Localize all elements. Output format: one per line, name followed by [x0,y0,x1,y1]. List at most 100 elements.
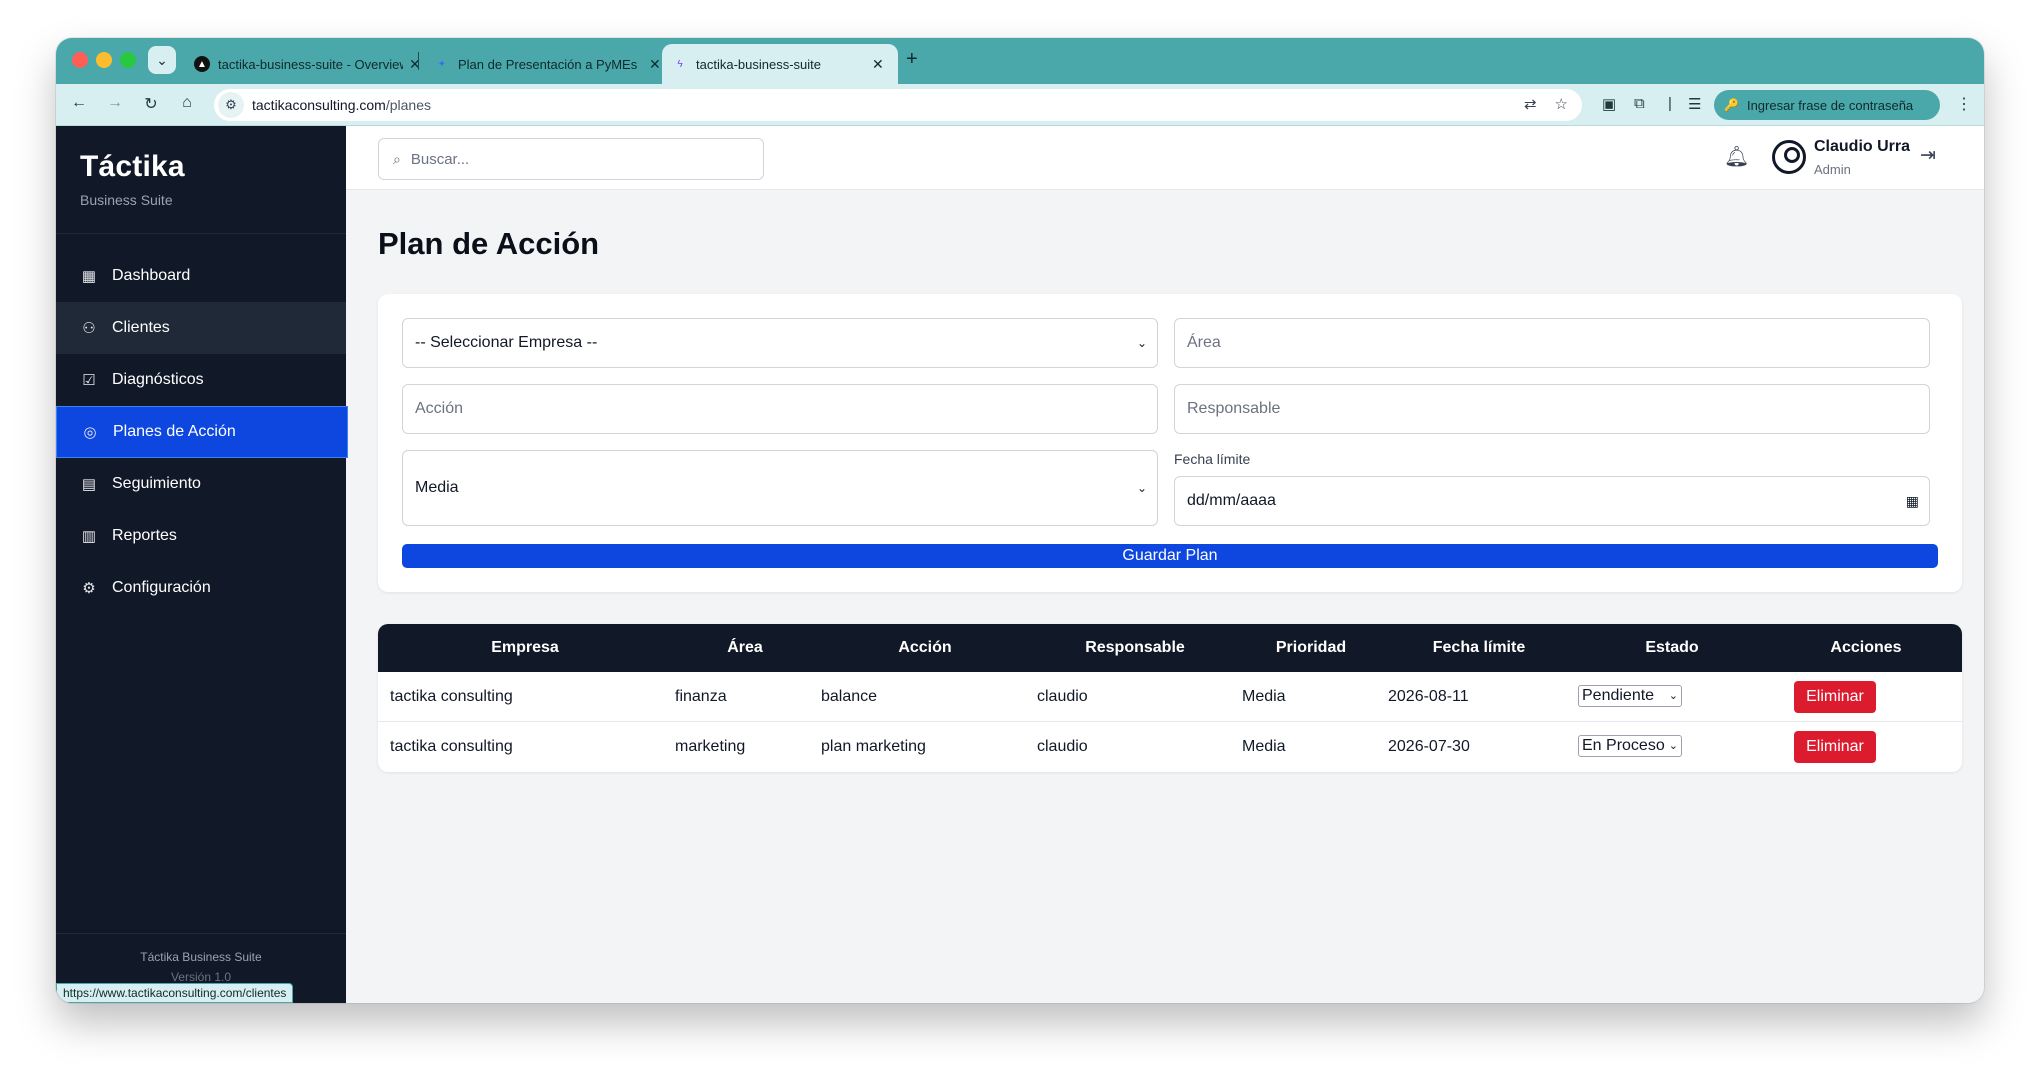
reload-icon[interactable]: ↻ [140,94,162,114]
sidebar-item-label: Dashboard [112,267,191,284]
responsable-input[interactable]: Responsable [1174,384,1930,434]
cell-area: finanza [675,688,727,705]
chevron-down-icon: ⌄ [1668,740,1678,752]
column-header: Prioridad [1275,639,1347,656]
cell-empresa: tactika consulting [390,688,513,705]
new-tab-button[interactable]: + [906,48,918,71]
password-chip[interactable]: 🔑 Ingresar frase de contraseña [1714,90,1940,120]
table-header: Empresa Área Acción Responsable Priorida… [378,624,1962,672]
page-title: Plan de Acción [378,226,600,261]
status-bar-url: https://www.tactikaconsulting.com/client… [56,983,294,1003]
tab-search-button[interactable]: ⌄ [148,46,176,74]
site-settings-icon[interactable]: ⚙ [218,92,244,118]
translate-icon[interactable]: ⇄ [1524,95,1537,113]
target-icon: ◎ [83,424,97,441]
avatar[interactable] [1772,140,1806,174]
sidebar-item-diagnosticos[interactable]: ☑ Diagnósticos [56,354,346,406]
delete-button[interactable]: Eliminar [1794,681,1876,713]
vercel-icon: ▲ [194,56,210,72]
cell-responsable: claudio [1037,688,1088,705]
back-icon[interactable]: ← [68,94,90,112]
grid-icon: ▦ [81,268,97,285]
estado-select[interactable]: Pendiente ⌄ [1578,685,1682,707]
browser-tab-1[interactable]: ▲ tactika-business-suite - Overview ✕ [184,44,431,84]
bolt-icon: ϟ [677,58,683,70]
cell-responsable: claudio [1037,738,1088,755]
empresa-select[interactable]: -- Seleccionar Empresa -- ⌄ [402,318,1158,368]
accion-input[interactable]: Acción [402,384,1158,434]
sidebar-item-label: Clientes [112,319,170,336]
browser-window: ⌄ ▲ tactika-business-suite - Overview ✕ … [56,38,1984,1003]
chevron-down-icon: ⌄ [156,51,168,68]
browser-toolbar: ← → ↻ ⌂ ⚙ tactikaconsulting.com/planes ⇄… [56,84,1984,126]
browser-tab-2[interactable]: ✦ Plan de Presentación a PyMEs ✕ [424,44,671,84]
calendar-icon: ▤ [81,476,97,493]
home-icon[interactable]: ⌂ [176,94,198,112]
save-plan-button[interactable]: Guardar Plan [402,544,1938,568]
extension-icon[interactable]: ▣ [1602,95,1616,113]
password-chip-label: Ingresar frase de contraseña [1746,97,1914,113]
more-menu-icon[interactable]: ⋮ [1956,94,1972,114]
area-placeholder: Área [1187,334,1221,351]
sidebar-item-label: Configuración [112,579,211,596]
cell-accion: plan marketing [821,738,926,755]
sidebar-nav: ▦ Dashboard ⚇ Clientes ☑ Diagnósticos ◎ … [56,250,348,614]
media-queue-icon[interactable]: ☰ [1688,95,1701,113]
logout-icon[interactable]: ⇥ [1920,144,1936,167]
estado-select[interactable]: En Proceso ⌄ [1578,735,1682,757]
sidebar-item-planes[interactable]: ◎ Planes de Acción [56,406,348,458]
url-path: /planes [385,97,431,113]
sidebar-item-seguimiento[interactable]: ▤ Seguimiento [56,458,346,510]
clipboard-icon: ☑ [82,372,96,389]
browser-tab-3[interactable]: ϟ tactika-business-suite ✕ [662,44,898,84]
accion-placeholder: Acción [415,400,464,417]
column-header: Responsable [1085,639,1185,656]
chevron-down-icon: ⌄ [1136,336,1147,350]
address-bar[interactable]: ⚙ tactikaconsulting.com/planes ⇄ ☆ [214,89,1582,121]
calendar-icon[interactable]: ▦ [1906,493,1919,510]
delete-button[interactable]: Eliminar [1794,731,1876,763]
footer-title: Táctika Business Suite [140,950,262,964]
cell-prioridad: Media [1242,738,1286,755]
url-text[interactable]: tactikaconsulting.com/planes [252,97,431,113]
column-header: Acción [898,639,952,656]
fecha-input[interactable]: dd/mm/aaaa ▦ [1174,476,1930,526]
area-input[interactable]: Área [1174,318,1930,368]
forward-icon[interactable]: → [104,94,126,112]
table-row: tactika consulting marketing plan market… [378,722,1962,772]
cell-area: marketing [675,738,746,755]
sidebar-item-label: Diagnósticos [112,371,204,388]
close-icon[interactable]: ✕ [872,56,884,73]
prioridad-select[interactable]: Media ⌄ [402,450,1158,526]
sidebar-item-reportes[interactable]: ▥ Reportes [56,510,346,562]
cell-fecha: 2026-08-11 [1388,688,1469,705]
chevron-down-icon: ⌄ [1668,690,1678,702]
estado-value: Pendiente [1582,687,1655,704]
app-root: Táctika Business Suite ▦ Dashboard ⚇ Cli… [56,126,1984,1003]
responsable-placeholder: Responsable [1187,400,1281,417]
gear-icon: ⚙ [82,580,96,597]
search-icon: ⌕ [393,150,401,167]
sidebar-item-clientes[interactable]: ⚇ Clientes [56,302,346,354]
cell-fecha: 2026-07-30 [1388,738,1470,755]
sidebar-item-label: Reportes [112,527,177,544]
key-icon: 🔑 [1724,98,1739,112]
cell-accion: balance [821,688,878,705]
puzzle-icon[interactable]: ⧉ [1634,95,1645,112]
sidebar: Táctika Business Suite ▦ Dashboard ⚇ Cli… [56,126,348,1003]
maximize-window-button[interactable] [120,52,136,68]
close-icon[interactable]: ✕ [649,56,661,73]
sidebar-item-dashboard[interactable]: ▦ Dashboard [56,250,346,302]
search-input[interactable] [410,150,731,168]
footer-version: Versión 1.0 [170,970,232,984]
close-window-button[interactable] [72,52,88,68]
search-box[interactable]: ⌕ [378,138,764,180]
bell-icon[interactable]: 🔔︎ [1724,144,1749,169]
column-header: Estado [1645,639,1699,656]
table-row: tactika consulting finanza balance claud… [378,672,1962,722]
minimize-window-button[interactable] [96,52,112,68]
bookmark-star-icon[interactable]: ☆ [1555,95,1568,113]
cell-empresa: tactika consulting [390,738,513,755]
sidebar-item-configuracion[interactable]: ⚙ Configuración [56,562,346,614]
estado-value: En Proceso [1582,737,1665,754]
